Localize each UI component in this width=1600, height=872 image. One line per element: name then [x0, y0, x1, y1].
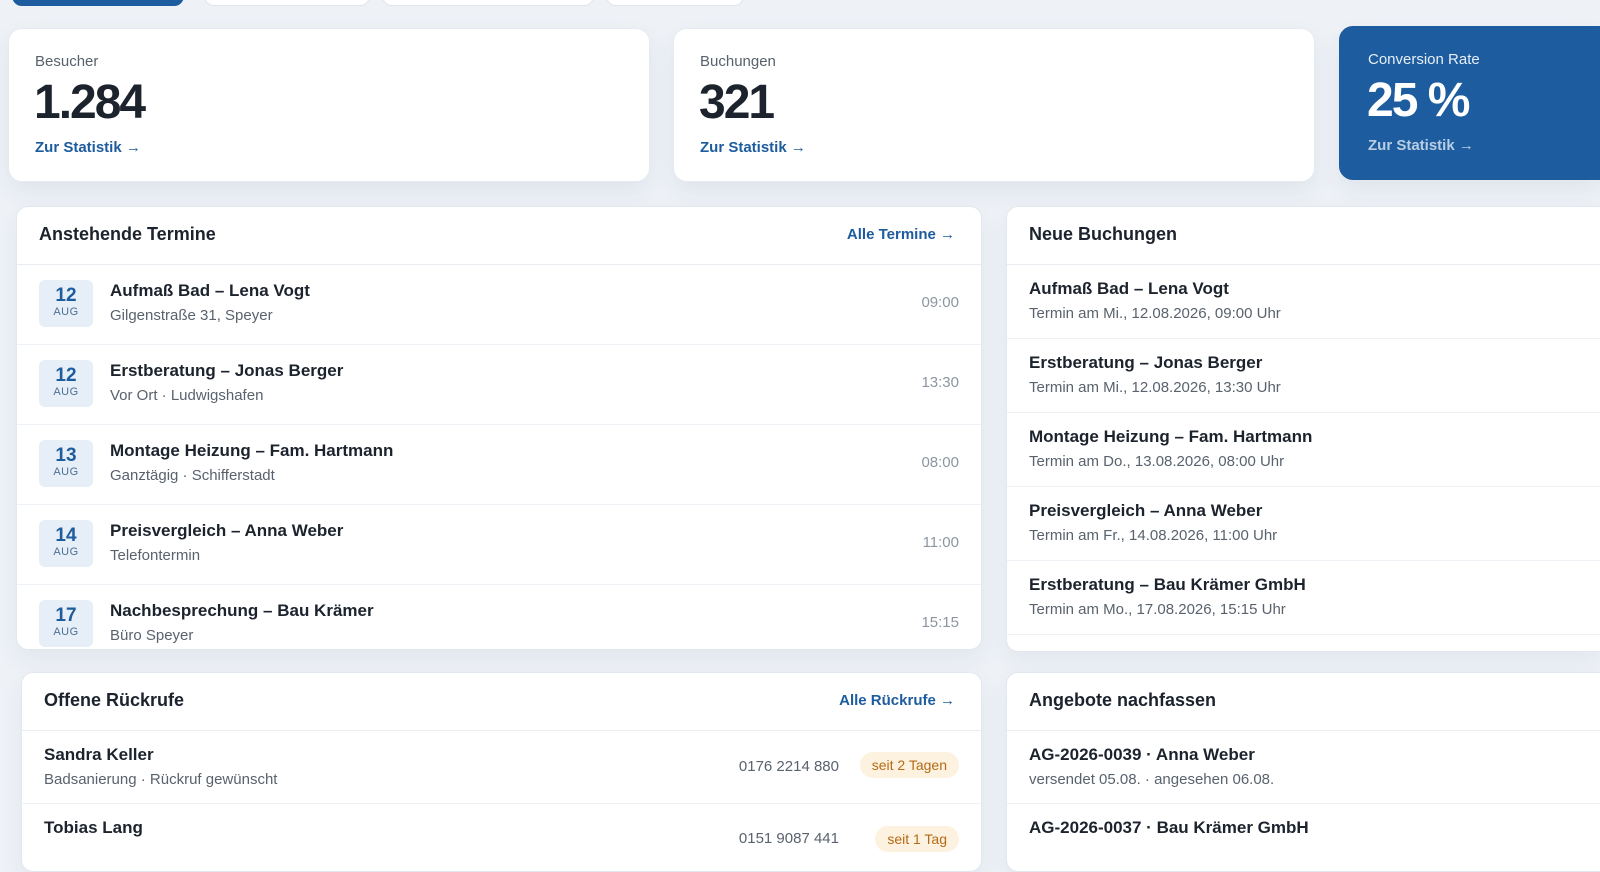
appointment-row[interactable]: 12 AUG Aufmaß Bad – Lena Vogt Gilgenstra… [17, 265, 981, 345]
stat-link[interactable]: Zur Statistik → [1368, 137, 1474, 154]
appointment-time: 15:15 [921, 614, 959, 631]
booking-subtitle: Termin am Do., 13.08.2026, 08:00 Uhr [1029, 453, 1285, 470]
stat-label: Conversion Rate [1368, 51, 1480, 68]
date-day: 12 [55, 365, 77, 386]
booking-row[interactable]: Erstberatung – Jonas Berger Termin am Mi… [1007, 339, 1600, 413]
appointment-time: 11:00 [922, 534, 959, 551]
status-badge: seit 1 Tag [875, 826, 959, 852]
stat-card-conversion: Conversion Rate 25 % Zur Statistik → [1339, 26, 1600, 180]
date-month: AUG [53, 546, 79, 558]
panel-rueckrufe: Offene Rückrufe Alle Rückrufe → Sandra K… [21, 672, 982, 872]
date-month: AUG [53, 386, 79, 398]
callback-subtitle: Badsanierung · Rückruf gewünscht [44, 771, 278, 788]
tab-3[interactable] [382, 0, 594, 6]
stat-link[interactable]: Zur Statistik → [35, 139, 141, 156]
tab-active[interactable] [12, 0, 184, 6]
appointment-time: 13:30 [921, 374, 959, 391]
appointment-row[interactable]: 14 AUG Preisvergleich – Anna Weber Telef… [17, 505, 981, 585]
stat-card-besucher: Besucher 1.284 Zur Statistik → [8, 28, 650, 182]
date-day: 12 [55, 285, 77, 306]
appointment-subtitle: Vor Ort · Ludwigshafen [110, 387, 264, 404]
appointment-title: Aufmaß Bad – Lena Vogt [110, 281, 310, 300]
booking-subtitle: Termin am Fr., 14.08.2026, 11:00 Uhr [1029, 527, 1278, 544]
offer-title: AG-2026-0037 · Bau Krämer GmbH [1029, 818, 1309, 837]
date-month: AUG [53, 626, 79, 638]
booking-subtitle: Termin am Mi., 12.08.2026, 09:00 Uhr [1029, 305, 1281, 322]
panel-header: Anstehende Termine Alle Termine → [17, 207, 981, 265]
date-day: 13 [55, 445, 77, 466]
all-appointments-link[interactable]: Alle Termine → [847, 226, 955, 243]
appointment-subtitle: Büro Speyer [110, 627, 194, 644]
stat-label: Besucher [35, 53, 99, 70]
booking-title: Preisvergleich – Anna Weber [1029, 501, 1263, 520]
callback-row[interactable]: Tobias Lang 0151 9087 441 seit 1 Tag [22, 804, 981, 871]
date-badge: 17 AUG [39, 600, 93, 647]
booking-title: Erstberatung – Jonas Berger [1029, 353, 1263, 372]
date-badge: 12 AUG [39, 280, 93, 327]
date-badge: 12 AUG [39, 360, 93, 407]
booking-row[interactable]: Aufmaß Bad – Lena Vogt Termin am Mi., 12… [1007, 265, 1600, 339]
appointment-title: Nachbesprechung – Bau Krämer [110, 601, 374, 620]
booking-title: Aufmaß Bad – Lena Vogt [1029, 279, 1229, 298]
panel-header: Angebote nachfassen [1007, 673, 1600, 731]
stat-card-buchungen: Buchungen 321 Zur Statistik → [673, 28, 1315, 182]
date-day: 14 [55, 525, 77, 546]
stat-value: 25 % [1367, 74, 1470, 127]
all-callbacks-link[interactable]: Alle Rückrufe → [839, 692, 955, 709]
callback-row[interactable]: Sandra Keller Badsanierung · Rückruf gew… [22, 731, 981, 804]
stat-value: 321 [699, 76, 775, 129]
status-badge: seit 2 Tagen [859, 752, 959, 778]
date-day: 17 [55, 605, 77, 626]
stat-value: 1.284 [34, 76, 146, 129]
booking-row[interactable]: Montage Heizung – Fam. Hartmann Termin a… [1007, 413, 1600, 487]
panel-title: Anstehende Termine [39, 224, 216, 244]
callback-phone[interactable]: 0151 9087 441 [739, 830, 839, 847]
booking-subtitle: Termin am Mo., 17.08.2026, 15:15 Uhr [1029, 601, 1286, 618]
appointment-subtitle: Telefontermin [110, 547, 201, 564]
callback-name: Tobias Lang [44, 818, 143, 837]
panel-termine: Anstehende Termine Alle Termine → 12 AUG… [16, 206, 982, 650]
panel-header: Offene Rückrufe Alle Rückrufe → [22, 673, 981, 731]
booking-title: Montage Heizung – Fam. Hartmann [1029, 427, 1313, 446]
appointment-row[interactable]: 17 AUG Nachbesprechung – Bau Krämer Büro… [17, 585, 981, 649]
appointment-subtitle: Ganztägig · Schifferstadt [110, 467, 275, 484]
appointment-title: Montage Heizung – Fam. Hartmann [110, 441, 394, 460]
panel-buchungen: Neue Buchungen Aufmaß Bad – Lena Vogt Te… [1006, 206, 1600, 652]
panel-header: Neue Buchungen [1007, 207, 1600, 265]
date-badge: 14 AUG [39, 520, 93, 567]
booking-row[interactable]: Erstberatung – Bau Krämer GmbH Termin am… [1007, 561, 1600, 635]
appointment-time: 09:00 [921, 294, 959, 311]
panel-angebote: Angebote nachfassen AG-2026-0039 · Anna … [1006, 672, 1600, 872]
date-month: AUG [53, 466, 79, 478]
appointment-title: Preisvergleich – Anna Weber [110, 521, 344, 540]
stat-link[interactable]: Zur Statistik → [700, 139, 806, 156]
panel-title: Neue Buchungen [1029, 224, 1178, 244]
booking-title: Erstberatung – Bau Krämer GmbH [1029, 575, 1306, 594]
offer-title: AG-2026-0039 · Anna Weber [1029, 745, 1255, 764]
appointment-time: 08:00 [921, 454, 959, 471]
offer-row[interactable]: AG-2026-0039 · Anna Weber versendet 05.0… [1007, 731, 1600, 804]
offer-subtitle: versendet 05.08. · angesehen 06.08. [1029, 771, 1275, 788]
booking-row[interactable]: Preisvergleich – Anna Weber Termin am Fr… [1007, 487, 1600, 561]
stat-label: Buchungen [700, 53, 776, 70]
appointment-row[interactable]: 13 AUG Montage Heizung – Fam. Hartmann G… [17, 425, 981, 505]
booking-subtitle: Termin am Mi., 12.08.2026, 13:30 Uhr [1029, 379, 1281, 396]
callback-name: Sandra Keller [44, 745, 154, 764]
panel-title: Angebote nachfassen [1029, 690, 1217, 710]
date-badge: 13 AUG [39, 440, 93, 487]
appointment-title: Erstberatung – Jonas Berger [110, 361, 344, 380]
tab-2[interactable] [204, 0, 370, 6]
appointment-subtitle: Gilgenstraße 31, Speyer [110, 307, 273, 324]
panel-title: Offene Rückrufe [44, 690, 185, 710]
offer-row[interactable]: AG-2026-0037 · Bau Krämer GmbH [1007, 804, 1600, 871]
date-month: AUG [53, 306, 79, 318]
tab-4[interactable] [606, 0, 744, 6]
callback-phone[interactable]: 0176 2214 880 [739, 758, 839, 775]
appointment-row[interactable]: 12 AUG Erstberatung – Jonas Berger Vor O… [17, 345, 981, 425]
